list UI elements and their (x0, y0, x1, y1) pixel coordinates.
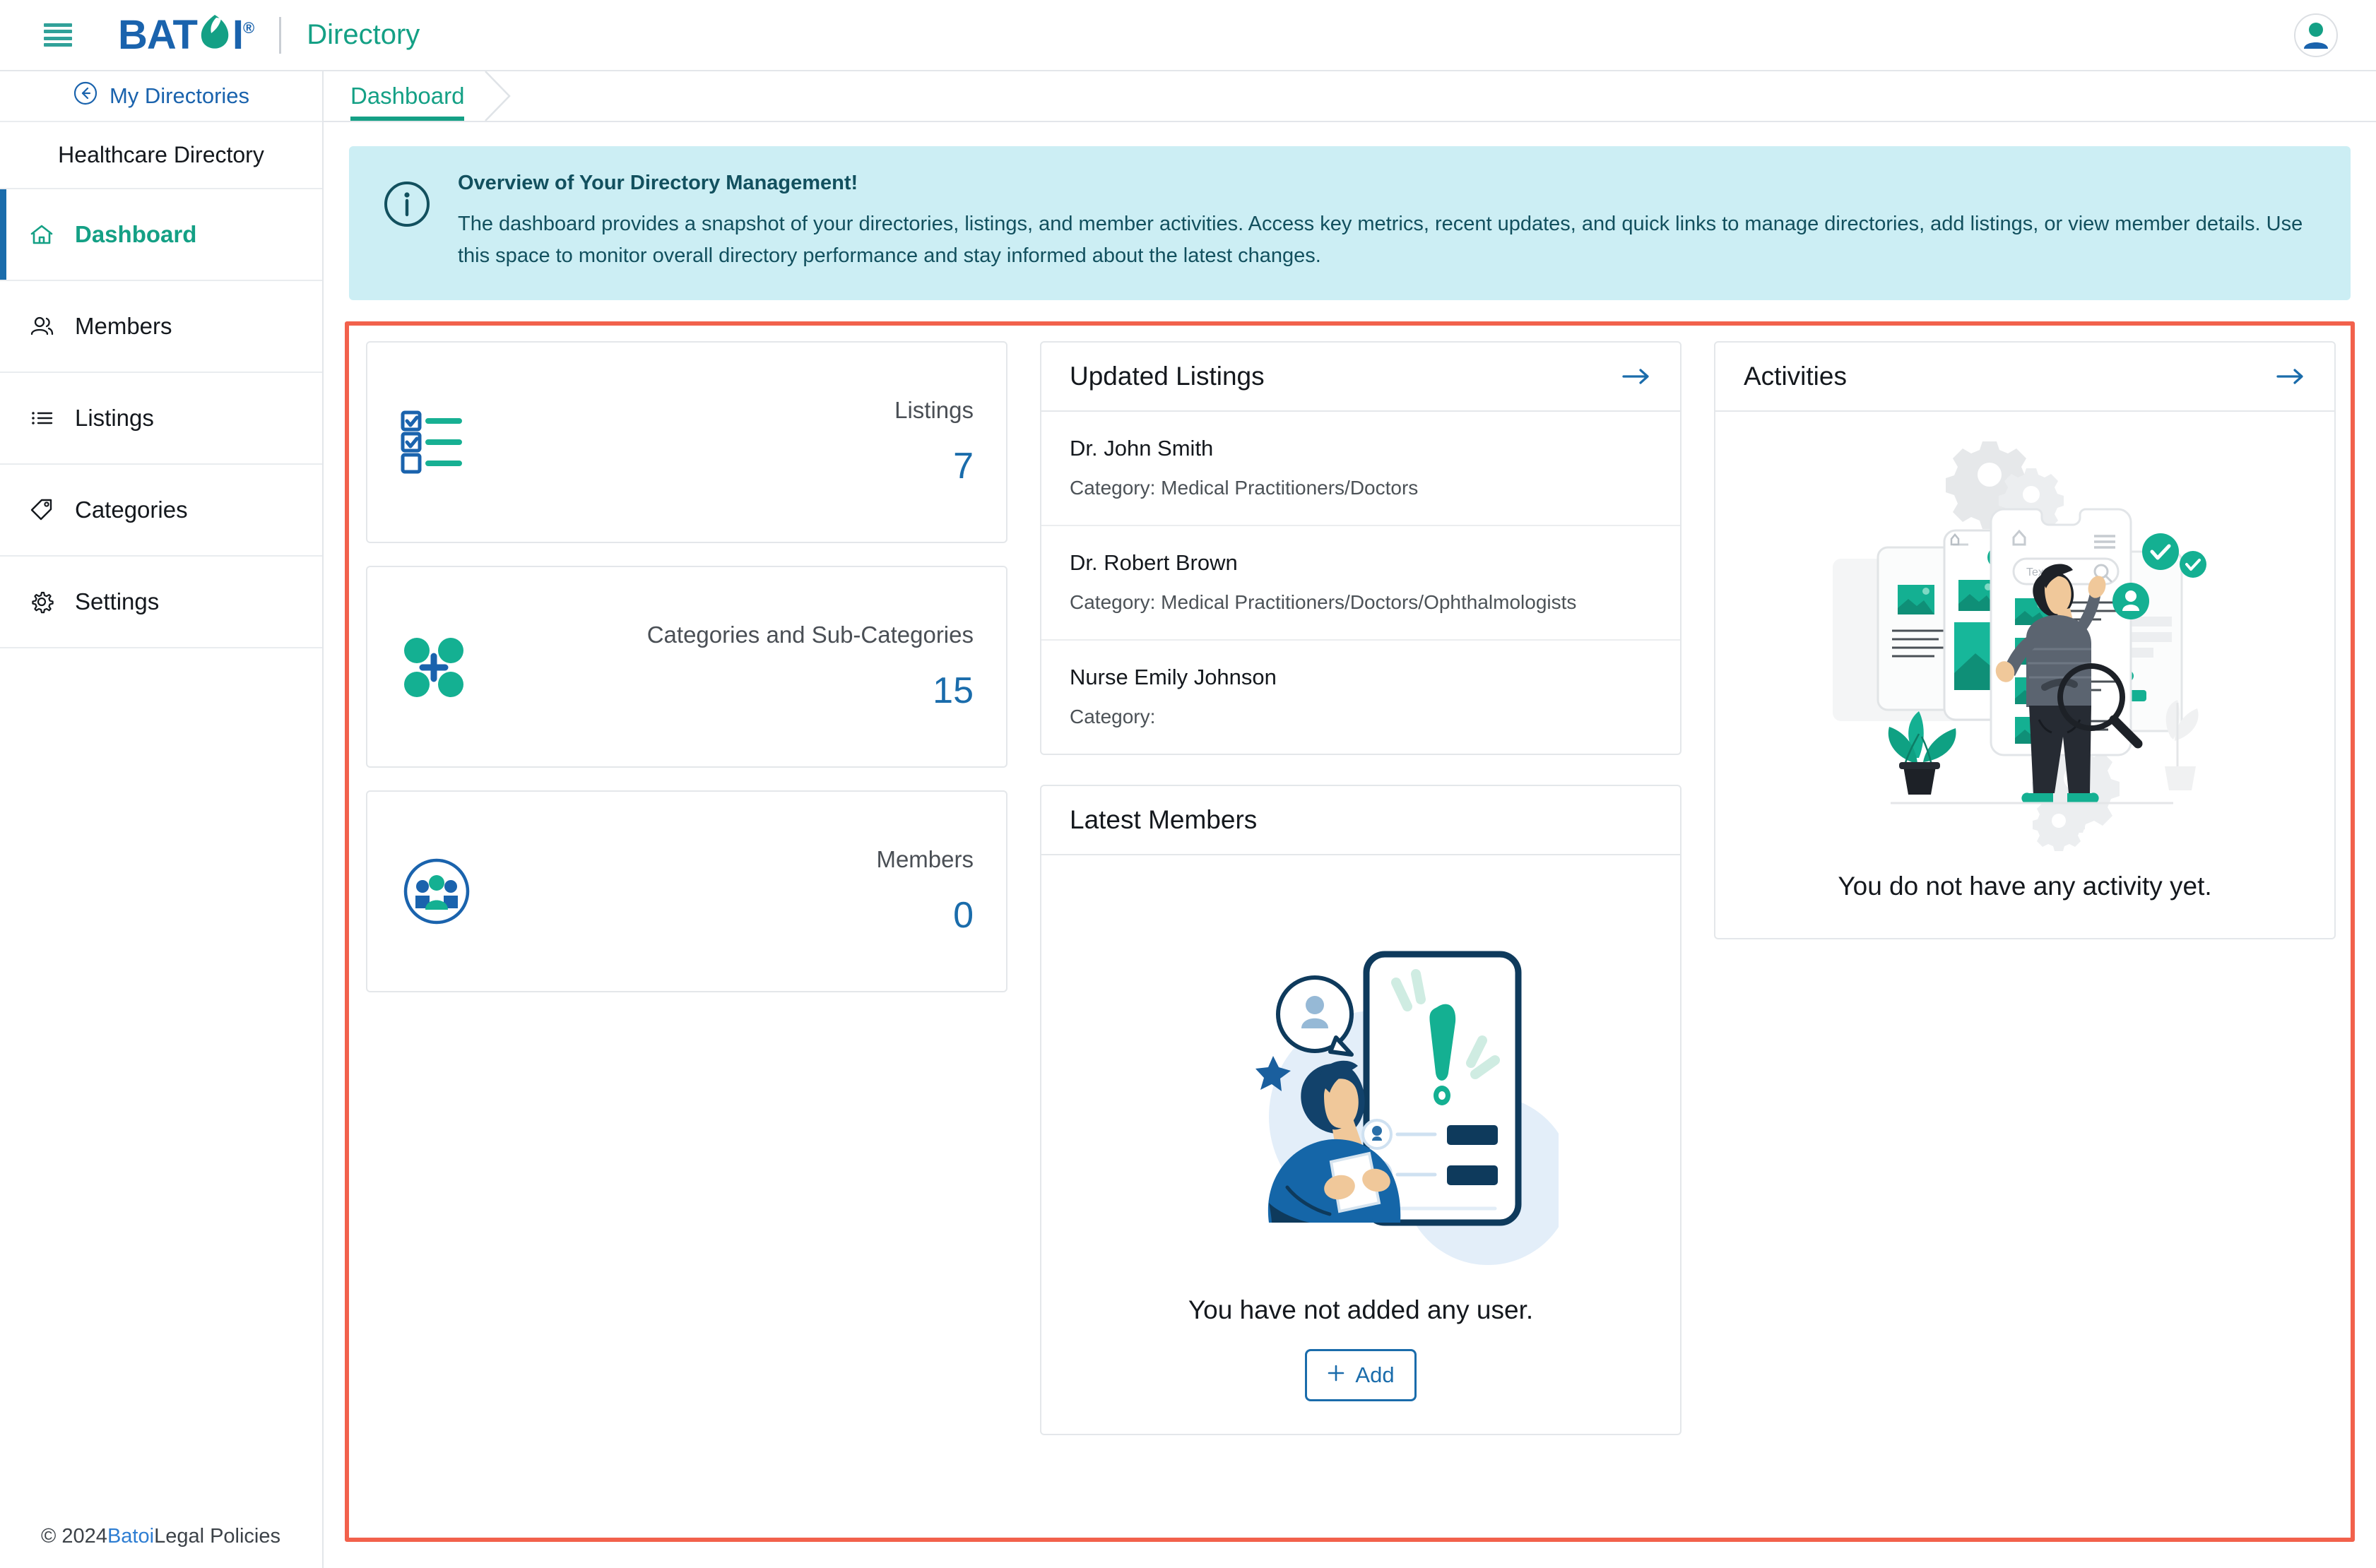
batoi-logo[interactable]: BAT I ® (118, 11, 254, 59)
banner-title: Overview of Your Directory Management! (458, 172, 858, 194)
breadcrumb-separator-icon (485, 71, 524, 121)
activities-header: Activities (1715, 343, 2334, 412)
latest-members-panel: Latest Members You have not added any us… (1040, 784, 1681, 1435)
checklist-icon (400, 408, 492, 476)
stat-card-members[interactable]: Members 0 (366, 790, 1007, 992)
latest-members-empty-text: You have not added any user. (1188, 1295, 1534, 1324)
listing-name: Dr. Robert Brown (1070, 550, 1238, 575)
main-content: Dashboard Overview of Your Directory Man… (324, 71, 2376, 1568)
users-icon (27, 311, 57, 341)
sidebar-item-label: Dashboard (75, 221, 197, 247)
middle-column: Updated Listings Dr. John Smith Category… (1040, 340, 1681, 1435)
panel-title: Latest Members (1070, 804, 1258, 834)
sidebar-item-label: Listings (75, 405, 154, 431)
brand-text-suffix: I (232, 12, 244, 58)
listing-category: Category: Medical Practitioners/Doctors/… (1070, 590, 1577, 613)
panel-title: Updated Listings (1070, 361, 1265, 391)
list-icon (27, 403, 57, 433)
sidebar-item-categories[interactable]: Categories (0, 465, 322, 557)
listing-row[interactable]: Dr. John Smith Category: Medical Practit… (1041, 412, 1680, 526)
sidebar-item-dashboard[interactable]: Dashboard (0, 189, 322, 281)
circle-arrow-left-icon (73, 81, 98, 112)
listing-name: Nurse Emily Johnson (1070, 664, 1277, 689)
registered-mark: ® (243, 19, 254, 37)
info-circle-icon (382, 172, 432, 233)
stat-card-categories[interactable]: Categories and Sub-Categories 15 (366, 565, 1007, 768)
categories-plus-icon (400, 632, 492, 701)
top-bar: BAT I ® Directory (0, 0, 2376, 71)
banner-body: The dashboard provides a snapshot of you… (458, 213, 2303, 267)
activities-empty-text: You do not have any activity yet. (1838, 871, 2212, 901)
listing-row[interactable]: Nurse Emily Johnson Category: (1041, 641, 1680, 754)
leaf-droplet-icon (198, 13, 232, 49)
dashboard-content-region: Listings 7 Categories and Sub-Categories (345, 321, 2355, 1542)
sidebar-item-settings[interactable]: Settings (0, 557, 322, 648)
stat-value: 7 (953, 445, 974, 487)
updated-listings-panel: Updated Listings Dr. John Smith Category… (1040, 340, 1681, 755)
stat-value: 15 (933, 670, 974, 711)
stat-value: 0 (953, 894, 974, 936)
directory-name: Healthcare Directory (0, 122, 322, 189)
sidebar-item-listings[interactable]: Listings (0, 373, 322, 465)
sidebar: My Directories Healthcare Directory Dash… (0, 71, 324, 1568)
sidebar-item-label: Members (75, 313, 172, 339)
latest-members-header: Latest Members (1041, 786, 1680, 855)
footer-batoi-link[interactable]: Batoi (107, 1525, 154, 1548)
listing-row[interactable]: Dr. Robert Brown Category: Medical Pract… (1041, 526, 1680, 641)
sidebar-item-label: Settings (75, 588, 160, 614)
breadcrumb: Dashboard (324, 71, 2376, 122)
activities-panel: Activities Text You do not have any acti… (1714, 340, 2336, 939)
footer: © 2024 Batoi Legal Policies (0, 1504, 324, 1568)
user-avatar-icon[interactable] (2294, 13, 2338, 57)
stat-label: Members (876, 845, 974, 872)
updated-listings-header: Updated Listings (1041, 343, 1680, 412)
footer-legal-policies: Legal Policies (154, 1524, 281, 1548)
listing-category: Category: (1070, 705, 1156, 727)
arrow-right-icon[interactable] (2275, 366, 2306, 387)
tag-icon (27, 495, 57, 525)
man-organizing-content-illustration: Text (1715, 426, 2334, 867)
sidebar-item-members[interactable]: Members (0, 281, 322, 373)
info-banner: Overview of Your Directory Management! T… (349, 146, 2351, 300)
stat-card-listings[interactable]: Listings 7 (366, 340, 1007, 543)
add-member-button[interactable]: Add (1305, 1348, 1417, 1401)
stat-label: Listings (894, 396, 974, 423)
members-circle-icon (400, 855, 492, 928)
add-button-label: Add (1355, 1362, 1395, 1387)
gear-icon (27, 587, 57, 617)
brand-text: BAT (118, 12, 198, 58)
app-name: Directory (307, 19, 420, 50)
plus-icon (1327, 1362, 1345, 1388)
breadcrumb-dashboard[interactable]: Dashboard (324, 71, 491, 121)
sidebar-item-label: Categories (75, 497, 188, 523)
panel-title: Activities (1744, 361, 1847, 391)
home-icon (27, 220, 57, 249)
arrow-right-icon[interactable] (1621, 366, 1652, 387)
brand-divider (279, 16, 282, 54)
footer-copyright: © 2024 (41, 1524, 107, 1548)
stats-column: Listings 7 Categories and Sub-Categories (366, 340, 1007, 1015)
back-label: My Directories (109, 83, 250, 108)
listing-category: Category: Medical Practitioners/Doctors (1070, 476, 1419, 499)
activities-column: Activities Text You do not have any acti… (1714, 340, 2336, 939)
listing-name: Dr. John Smith (1070, 435, 1214, 461)
stat-label: Categories and Sub-Categories (646, 621, 974, 648)
latest-members-empty-state: You have not added any user. Add (1041, 855, 1680, 1434)
hamburger-icon[interactable] (44, 23, 72, 47)
activities-empty-state: Text You do not have any activity yet. (1715, 412, 2334, 938)
back-to-my-directories[interactable]: My Directories (0, 71, 322, 122)
woman-with-phone-illustration (1041, 884, 1680, 1283)
